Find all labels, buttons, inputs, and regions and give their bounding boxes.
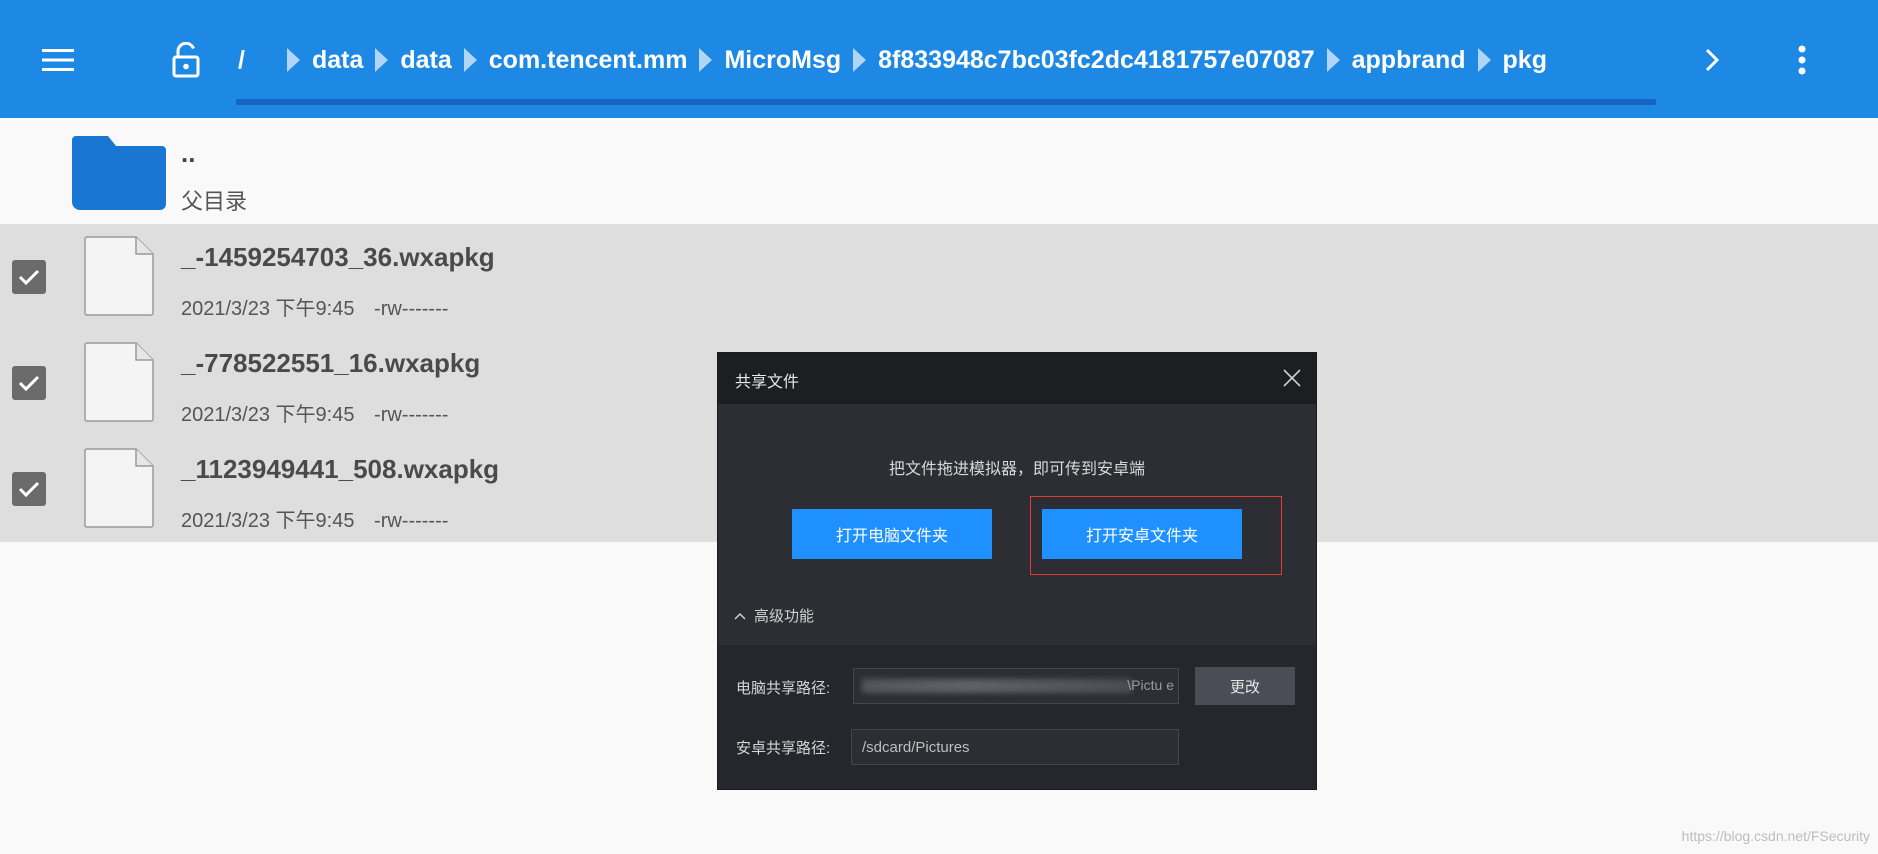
breadcrumb-separator-icon bbox=[853, 48, 867, 72]
forward-button[interactable] bbox=[1696, 40, 1728, 80]
file-meta: 2021/3/23 下午9:45 -rw------- bbox=[181, 398, 448, 427]
redacted-path-mask bbox=[862, 679, 1132, 693]
breadcrumb-separator-icon bbox=[1477, 48, 1491, 72]
root-toggle-button[interactable] bbox=[166, 38, 206, 82]
file-name: _-1459254703_36.wxapkg bbox=[181, 242, 495, 272]
breadcrumb-separator-icon bbox=[699, 48, 713, 72]
pc-path-label: 电脑共享路径: bbox=[736, 680, 831, 697]
android-path-input[interactable]: /sdcard/Pictures bbox=[851, 729, 1179, 765]
file-permissions: -rw------- bbox=[374, 298, 449, 320]
breadcrumb-item[interactable]: appbrand bbox=[1352, 46, 1466, 75]
breadcrumb-separator-icon bbox=[375, 48, 389, 72]
advanced-panel: 电脑共享路径: \Pictu e 更改 安卓共享路径: /sdcard/Pict… bbox=[718, 645, 1316, 789]
breadcrumb-item[interactable]: data bbox=[400, 46, 451, 75]
pc-path-value: \Pictu e bbox=[1127, 677, 1174, 693]
android-path-value: /sdcard/Pictures bbox=[862, 738, 970, 756]
breadcrumb-separator-icon bbox=[1326, 48, 1340, 72]
file-permissions: -rw------- bbox=[374, 404, 449, 426]
watermark: https://blog.csdn.net/FSecurity bbox=[1681, 828, 1870, 844]
open-pc-folder-button[interactable]: 打开电脑文件夹 bbox=[792, 509, 992, 559]
file-date: 2021/3/23 下午9:45 bbox=[181, 404, 355, 426]
file-icon bbox=[84, 236, 154, 316]
breadcrumb-item[interactable]: pkg bbox=[1503, 46, 1547, 75]
change-path-button[interactable]: 更改 bbox=[1195, 667, 1295, 705]
file-checkbox[interactable] bbox=[12, 260, 46, 294]
menu-button[interactable] bbox=[38, 40, 78, 80]
folder-icon bbox=[72, 136, 166, 210]
advanced-toggle[interactable]: 高级功能 bbox=[734, 605, 814, 626]
breadcrumb-separator-icon bbox=[463, 48, 477, 72]
file-permissions: -rw------- bbox=[374, 510, 449, 532]
check-icon bbox=[18, 269, 40, 286]
close-icon bbox=[1283, 369, 1301, 387]
open-android-folder-button[interactable]: 打开安卓文件夹 bbox=[1042, 509, 1242, 559]
dialog-hint: 把文件拖进模拟器，即可传到安卓端 bbox=[888, 461, 1145, 478]
parent-directory-row[interactable]: .. 父目录 bbox=[0, 118, 1878, 224]
breadcrumb-root[interactable]: / bbox=[238, 46, 245, 75]
file-meta: 2021/3/23 下午9:45 -rw------- bbox=[181, 504, 448, 533]
file-row[interactable]: _-1459254703_36.wxapkg 2021/3/23 下午9:45 … bbox=[0, 224, 1878, 330]
file-date: 2021/3/23 下午9:45 bbox=[181, 510, 355, 532]
advanced-label: 高级功能 bbox=[754, 608, 815, 625]
dialog-close-button[interactable] bbox=[1280, 366, 1304, 390]
menu-icon bbox=[42, 49, 74, 71]
file-meta: 2021/3/23 下午9:45 -rw------- bbox=[181, 292, 448, 321]
check-icon bbox=[18, 375, 40, 392]
top-app-bar: / data data com.tencent.mm MicroMsg 8f83… bbox=[0, 0, 1878, 118]
breadcrumb-scrollbar[interactable] bbox=[236, 99, 1656, 105]
breadcrumb: / data data com.tencent.mm MicroMsg 8f83… bbox=[238, 36, 1547, 84]
file-checkbox[interactable] bbox=[12, 366, 46, 400]
file-name: _1123949441_508.wxapkg bbox=[181, 454, 500, 484]
chevron-up-icon bbox=[734, 612, 746, 620]
parent-directory-label: 父目录 bbox=[181, 189, 248, 214]
breadcrumb-separator-icon bbox=[286, 48, 300, 72]
chevron-right-icon bbox=[1705, 48, 1720, 72]
file-icon bbox=[84, 448, 154, 528]
android-path-label: 安卓共享路径: bbox=[736, 740, 831, 757]
overflow-menu-button[interactable] bbox=[1786, 38, 1818, 82]
file-date: 2021/3/23 下午9:45 bbox=[181, 298, 355, 320]
dialog-title: 共享文件 bbox=[735, 374, 800, 391]
breadcrumb-item[interactable]: com.tencent.mm bbox=[489, 46, 688, 75]
breadcrumb-item[interactable]: 8f833948c7bc03fc2dc4181757e07087 bbox=[878, 46, 1315, 75]
breadcrumb-item[interactable]: MicroMsg bbox=[724, 46, 841, 75]
file-checkbox[interactable] bbox=[12, 472, 46, 506]
share-files-dialog: 共享文件 把文件拖进模拟器，即可传到安卓端 打开电脑文件夹 打开安卓文件夹 高级… bbox=[717, 352, 1317, 790]
file-icon bbox=[84, 342, 154, 422]
unlock-icon bbox=[172, 42, 200, 78]
pc-path-input[interactable]: \Pictu e bbox=[853, 668, 1179, 704]
parent-directory-name: .. bbox=[181, 138, 196, 168]
more-vert-icon bbox=[1798, 45, 1806, 75]
file-name: _-778522551_16.wxapkg bbox=[181, 348, 481, 378]
dialog-titlebar: 共享文件 bbox=[718, 353, 1316, 404]
breadcrumb-item[interactable]: data bbox=[312, 46, 363, 75]
check-icon bbox=[18, 481, 40, 498]
